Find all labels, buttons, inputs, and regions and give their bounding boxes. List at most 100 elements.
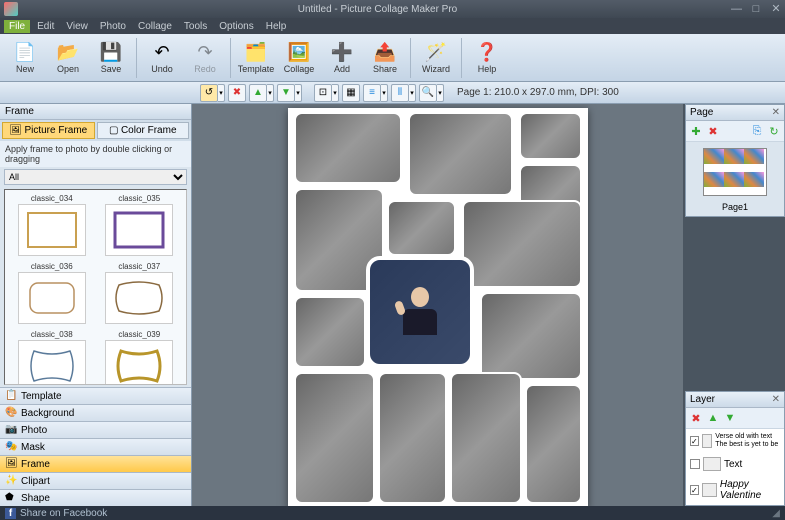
tab-picture-frame[interactable]: 🖼 Picture Frame <box>2 122 95 139</box>
accordion-frame[interactable]: 🖼Frame <box>0 455 191 472</box>
minimize-button[interactable]: — <box>731 4 741 14</box>
open-button[interactable]: 📂Open <box>47 36 89 80</box>
color-frame-icon: ▢ <box>109 125 118 136</box>
layer-thumb <box>702 483 717 497</box>
frame-label: classic_037 <box>97 262 183 271</box>
template-button[interactable]: 🗂️Template <box>235 36 277 80</box>
share-button[interactable]: 📤Share <box>364 36 406 80</box>
mask-icon: 🎭 <box>5 441 17 453</box>
collage-canvas[interactable] <box>288 108 588 506</box>
add-button[interactable]: ➕Add <box>321 36 363 80</box>
maximize-button[interactable]: □ <box>751 4 761 14</box>
fit-button[interactable]: ⊡ <box>314 84 332 102</box>
help-button[interactable]: ❓Help <box>466 36 508 80</box>
close-icon[interactable]: ✕ <box>772 394 780 405</box>
distribute-button[interactable]: ⫴ <box>391 84 409 102</box>
resize-grip-icon[interactable]: ◢ <box>772 508 780 519</box>
frame-thumbnail <box>105 340 173 385</box>
frame-item[interactable]: classic_038 <box>9 330 95 385</box>
layer-visibility-checkbox[interactable]: ✓ <box>690 485 699 495</box>
photo-icon: 📷 <box>5 424 17 436</box>
menu-file[interactable]: File <box>4 20 30 33</box>
titlebar: Untitled - Picture Collage Maker Pro — □… <box>0 0 785 18</box>
menu-collage[interactable]: Collage <box>133 20 177 33</box>
template-icon: 📋 <box>5 390 17 402</box>
layer-visibility-checkbox[interactable] <box>690 459 700 469</box>
frame-item[interactable]: classic_039 <box>97 330 183 385</box>
frame-item[interactable]: classic_037 <box>97 262 183 328</box>
grid-button[interactable]: ▦ <box>342 84 360 102</box>
menu-tools[interactable]: Tools <box>179 20 212 33</box>
frame-thumbnail <box>105 204 173 256</box>
rotate-left-button[interactable]: ↺ <box>200 84 218 102</box>
share-facebook-link[interactable]: Share on Facebook <box>20 508 107 519</box>
layer-row[interactable]: ✓Verse old with text The best is yet to … <box>689 432 781 450</box>
page-delete-button[interactable]: ✖ <box>706 124 720 138</box>
layer-row[interactable]: Text <box>689 456 781 472</box>
delete-button[interactable]: ✖ <box>228 84 246 102</box>
frame-thumbnail <box>18 272 86 324</box>
accordion-mask[interactable]: 🎭Mask <box>0 438 191 455</box>
menu-view[interactable]: View <box>61 20 93 33</box>
frame-item[interactable]: classic_035 <box>97 194 183 260</box>
undo-button[interactable]: ↶Undo <box>141 36 183 80</box>
save-button[interactable]: 💾Save <box>90 36 132 80</box>
frame-item[interactable]: classic_034 <box>9 194 95 260</box>
accordion-template[interactable]: 📋Template <box>0 387 191 404</box>
dropdown-icon[interactable]: ▾ <box>295 84 302 102</box>
redo-button[interactable]: ↷Redo <box>184 36 226 80</box>
close-button[interactable]: ✕ <box>771 4 781 14</box>
menu-photo[interactable]: Photo <box>95 20 131 33</box>
dropdown-icon[interactable]: ▾ <box>409 84 416 102</box>
up-button[interactable]: ▲ <box>249 84 267 102</box>
down-button[interactable]: ▼ <box>277 84 295 102</box>
frame-hint: Apply frame to photo by double clicking … <box>0 141 191 167</box>
app-icon <box>4 2 18 16</box>
page-thumbnail[interactable] <box>703 148 767 196</box>
dropdown-icon[interactable]: ▾ <box>437 84 444 102</box>
menu-help[interactable]: Help <box>261 20 292 33</box>
align-button[interactable]: ≡ <box>363 84 381 102</box>
window-controls: — □ ✕ <box>731 4 781 14</box>
add-icon: ➕ <box>331 41 353 63</box>
layer-down-button[interactable]: ▼ <box>723 411 737 425</box>
accordion-clipart[interactable]: ✨Clipart <box>0 472 191 489</box>
layer-up-button[interactable]: ▲ <box>706 411 720 425</box>
frame-list[interactable]: classic_034classic_035classic_036classic… <box>4 189 187 385</box>
window-title: Untitled - Picture Collage Maker Pro <box>24 4 731 15</box>
frame-label: classic_034 <box>9 194 95 203</box>
frame-thumbnail <box>105 272 173 324</box>
layer-delete-button[interactable]: ✖ <box>689 411 703 425</box>
wizard-icon: 🪄 <box>425 41 447 63</box>
page-refresh-button[interactable]: ↻ <box>767 124 781 138</box>
accordion-background[interactable]: 🎨Background <box>0 404 191 421</box>
layer-row[interactable]: ✓Happy Valentine <box>689 478 781 502</box>
template-icon: 🗂️ <box>245 41 267 63</box>
edit-toolbar: ↺▾ ✖ ▲▾ ▼▾ ⊡▾ ▦ ≡▾ ⫴▾ 🔍▾ Page 1: 210.0 x… <box>0 82 785 104</box>
collage-button[interactable]: 🖼️Collage <box>278 36 320 80</box>
canvas-area[interactable] <box>192 104 683 506</box>
dropdown-icon[interactable]: ▾ <box>267 84 274 102</box>
separator <box>230 38 231 78</box>
dropdown-icon[interactable]: ▾ <box>218 84 225 102</box>
accordion-photo[interactable]: 📷Photo <box>0 421 191 438</box>
menu-edit[interactable]: Edit <box>32 20 59 33</box>
dropdown-icon[interactable]: ▾ <box>381 84 388 102</box>
statusbar: f Share on Facebook ◢ <box>0 506 785 520</box>
accordion-shape[interactable]: ⬟Shape <box>0 489 191 506</box>
page-info: Page 1: 210.0 x 297.0 mm, DPI: 300 <box>457 87 619 98</box>
tab-color-frame[interactable]: ▢ Color Frame <box>97 122 190 139</box>
menu-options[interactable]: Options <box>214 20 258 33</box>
center-photo[interactable] <box>366 256 474 368</box>
new-button[interactable]: 📄New <box>4 36 46 80</box>
page-add-button[interactable]: ✚ <box>689 124 703 138</box>
zoom-button[interactable]: 🔍 <box>419 84 437 102</box>
dropdown-icon[interactable]: ▾ <box>332 84 339 102</box>
facebook-icon[interactable]: f <box>5 508 16 519</box>
frame-filter-select[interactable]: All <box>4 169 187 185</box>
frame-item[interactable]: classic_036 <box>9 262 95 328</box>
layer-visibility-checkbox[interactable]: ✓ <box>690 436 699 446</box>
page-copy-button[interactable]: ⎘ <box>750 124 764 138</box>
close-icon[interactable]: ✕ <box>772 107 780 118</box>
wizard-button[interactable]: 🪄Wizard <box>415 36 457 80</box>
